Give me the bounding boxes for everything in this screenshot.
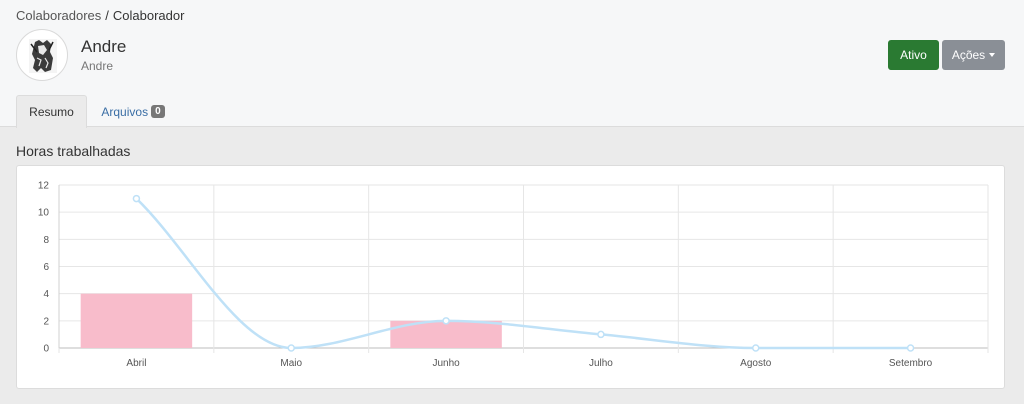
- avatar-engraving-icon: [29, 39, 57, 73]
- y-tick-label: 6: [43, 262, 49, 273]
- avatar: [16, 29, 68, 81]
- y-tick-label: 0: [43, 344, 49, 355]
- profile-subtitle: Andre: [81, 59, 114, 73]
- x-tick-label: Setembro: [889, 358, 933, 369]
- status-ativo-button[interactable]: Ativo: [888, 40, 939, 70]
- breadcrumb-current: Colaborador: [112, 8, 185, 23]
- line-point: [132, 194, 141, 203]
- ativo-label: Ativo: [900, 48, 927, 62]
- profile-name: Andre: [81, 37, 127, 56]
- x-tick-label: Abril: [126, 358, 146, 369]
- tab-resumo[interactable]: Resumo: [16, 95, 87, 128]
- y-tick-label: 2: [43, 316, 49, 327]
- section-title: Horas trabalhadas: [16, 143, 131, 159]
- line-point: [752, 344, 760, 352]
- page-header: Colaboradores / Colaborador Andre Andre At…: [0, 0, 1024, 128]
- y-tick-label: 4: [43, 289, 49, 300]
- tab-resumo-label: Resumo: [29, 105, 74, 119]
- acoes-dropdown-button[interactable]: Ações: [942, 40, 1005, 70]
- y-tick-label: 10: [38, 208, 50, 219]
- chart-card: 0 2 4 6 8 10 12 Abril Maio Junho Julho Agosto Setemb…: [16, 165, 1005, 389]
- x-tick-label: Julho: [589, 358, 613, 369]
- y-tick-label: 12: [38, 181, 50, 192]
- x-tick-label: Maio: [280, 358, 302, 369]
- acoes-label: Ações: [951, 48, 986, 62]
- tab-arquivos[interactable]: Arquivos 0: [96, 95, 170, 128]
- hours-chart: 0 2 4 6 8 10 12 Abril Maio Junho Julho Agosto Setemb…: [38, 181, 989, 369]
- line-point: [597, 330, 605, 339]
- x-tick-label: Junho: [432, 358, 460, 369]
- x-tick-label: Agosto: [740, 358, 772, 369]
- line-point: [906, 344, 915, 352]
- breadcrumb-link-colaboradores[interactable]: Colaboradores: [16, 8, 101, 23]
- tab-arquivos-label: Arquivos: [101, 104, 149, 119]
- caret-down-icon: [989, 53, 996, 57]
- arquivos-count-badge: 0: [151, 105, 165, 118]
- line-point: [287, 344, 295, 352]
- breadcrumb: Colaboradores / Colaborador: [16, 8, 184, 23]
- breadcrumb-separator: /: [105, 8, 109, 23]
- line-point: [442, 317, 450, 325]
- y-tick-label: 8: [43, 235, 49, 246]
- bar: [80, 293, 193, 348]
